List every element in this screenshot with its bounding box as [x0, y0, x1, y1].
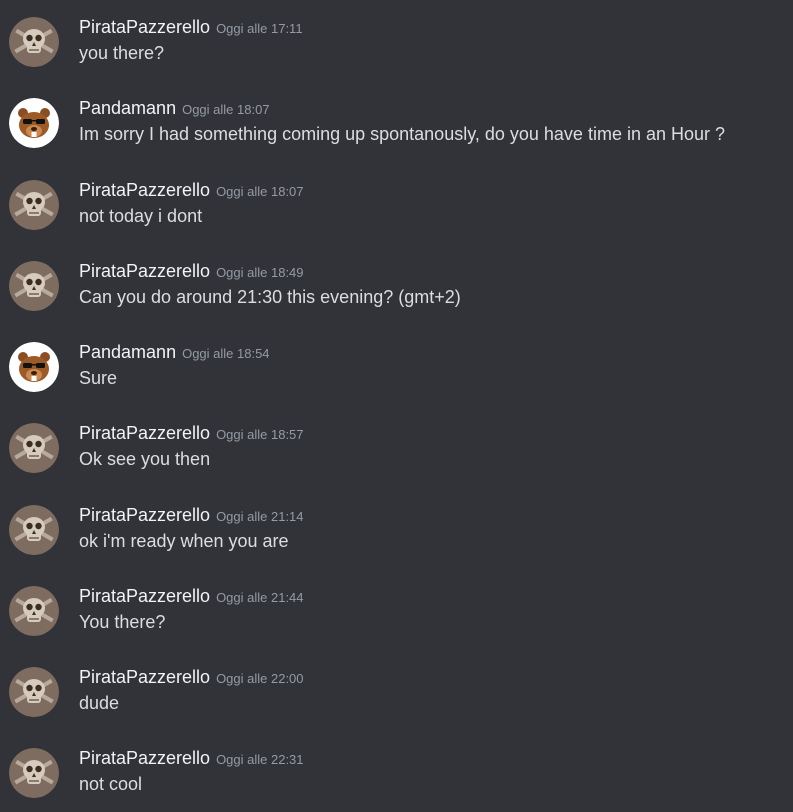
- timestamp[interactable]: Oggi alle 22:00: [216, 671, 303, 686]
- message-header: PirataPazzerello Oggi alle 18:49: [79, 259, 304, 283]
- message-text: you there?: [79, 43, 165, 63]
- message-text: Can you do around 21:30 this evening? (g…: [79, 287, 461, 307]
- skull-avatar-icon[interactable]: [9, 423, 59, 473]
- author-name[interactable]: PirataPazzerello: [79, 667, 210, 687]
- skull-avatar-icon[interactable]: [9, 261, 59, 311]
- message: PirataPazzerello Oggi alle 22:31 not cool: [0, 745, 793, 812]
- message: PirataPazzerello Oggi alle 17:11 you ther…: [0, 14, 793, 84]
- timestamp[interactable]: Oggi alle 18:49: [216, 265, 303, 280]
- message: PirataPazzerello Oggi alle 18:07 not toda…: [0, 177, 793, 247]
- message-text: Ok see you then: [79, 449, 211, 469]
- author-name[interactable]: PirataPazzerello: [79, 586, 210, 606]
- message-header: Pandamann Oggi alle 18:07: [79, 96, 270, 120]
- message-header: PirataPazzerello Oggi alle 21:44: [79, 584, 304, 608]
- message-header: PirataPazzerello Oggi alle 17:11: [79, 15, 303, 39]
- timestamp[interactable]: Oggi alle 22:31: [216, 752, 303, 767]
- message-text: ok i'm ready when you are: [79, 531, 289, 551]
- message-text: Im sorry I had something coming up spont…: [79, 124, 726, 144]
- author-name[interactable]: PirataPazzerello: [79, 505, 210, 525]
- skull-avatar-icon[interactable]: [9, 17, 59, 67]
- message: PirataPazzerello Oggi alle 18:57 Ok see y…: [0, 420, 793, 490]
- author-name[interactable]: Pandamann: [79, 98, 176, 118]
- timestamp[interactable]: Oggi alle 18:07: [216, 184, 303, 199]
- message: Pandamann Oggi alle 18:54 Sure: [0, 339, 793, 409]
- message-header: PirataPazzerello Oggi alle 22:00: [79, 665, 304, 689]
- author-name[interactable]: PirataPazzerello: [79, 180, 210, 200]
- skull-avatar-icon[interactable]: [9, 505, 59, 555]
- message-header: Pandamann Oggi alle 18:54: [79, 340, 270, 364]
- timestamp[interactable]: Oggi alle 17:11: [216, 21, 303, 36]
- message-text: not cool: [79, 774, 143, 794]
- message: PirataPazzerello Oggi alle 21:44 You ther…: [0, 583, 793, 653]
- skull-avatar-icon[interactable]: [9, 748, 59, 798]
- author-name[interactable]: PirataPazzerello: [79, 261, 210, 281]
- timestamp[interactable]: Oggi alle 18:07: [182, 102, 269, 117]
- author-name[interactable]: PirataPazzerello: [79, 423, 210, 443]
- author-name[interactable]: Pandamann: [79, 342, 176, 362]
- beaver-avatar-icon[interactable]: [9, 342, 59, 392]
- author-name[interactable]: PirataPazzerello: [79, 17, 210, 37]
- timestamp[interactable]: Oggi alle 21:14: [216, 509, 303, 524]
- skull-avatar-icon[interactable]: [9, 586, 59, 636]
- skull-avatar-icon[interactable]: [9, 667, 59, 717]
- chat-message-list: PirataPazzerello Oggi alle 17:11 you ther…: [0, 0, 793, 812]
- message-header: PirataPazzerello Oggi alle 18:07: [79, 178, 304, 202]
- message-text: dude: [79, 693, 120, 713]
- message-header: PirataPazzerello Oggi alle 18:57: [79, 421, 304, 445]
- message-header: PirataPazzerello Oggi alle 21:14: [79, 503, 304, 527]
- message: Pandamann Oggi alle 18:07 Im sorry I had …: [0, 95, 793, 165]
- message: PirataPazzerello Oggi alle 18:49 Can you …: [0, 258, 793, 328]
- message-text: You there?: [79, 612, 166, 632]
- timestamp[interactable]: Oggi alle 18:57: [216, 427, 303, 442]
- timestamp[interactable]: Oggi alle 18:54: [182, 346, 269, 361]
- message-header: PirataPazzerello Oggi alle 22:31: [79, 746, 304, 770]
- author-name[interactable]: PirataPazzerello: [79, 748, 210, 768]
- timestamp[interactable]: Oggi alle 21:44: [216, 590, 303, 605]
- message-text: not today i dont: [79, 206, 203, 226]
- message: PirataPazzerello Oggi alle 21:14 ok i'm r…: [0, 502, 793, 572]
- message-text: Sure: [79, 368, 118, 388]
- message: PirataPazzerello Oggi alle 22:00 dude: [0, 664, 793, 734]
- beaver-avatar-icon[interactable]: [9, 98, 59, 148]
- skull-avatar-icon[interactable]: [9, 180, 59, 230]
